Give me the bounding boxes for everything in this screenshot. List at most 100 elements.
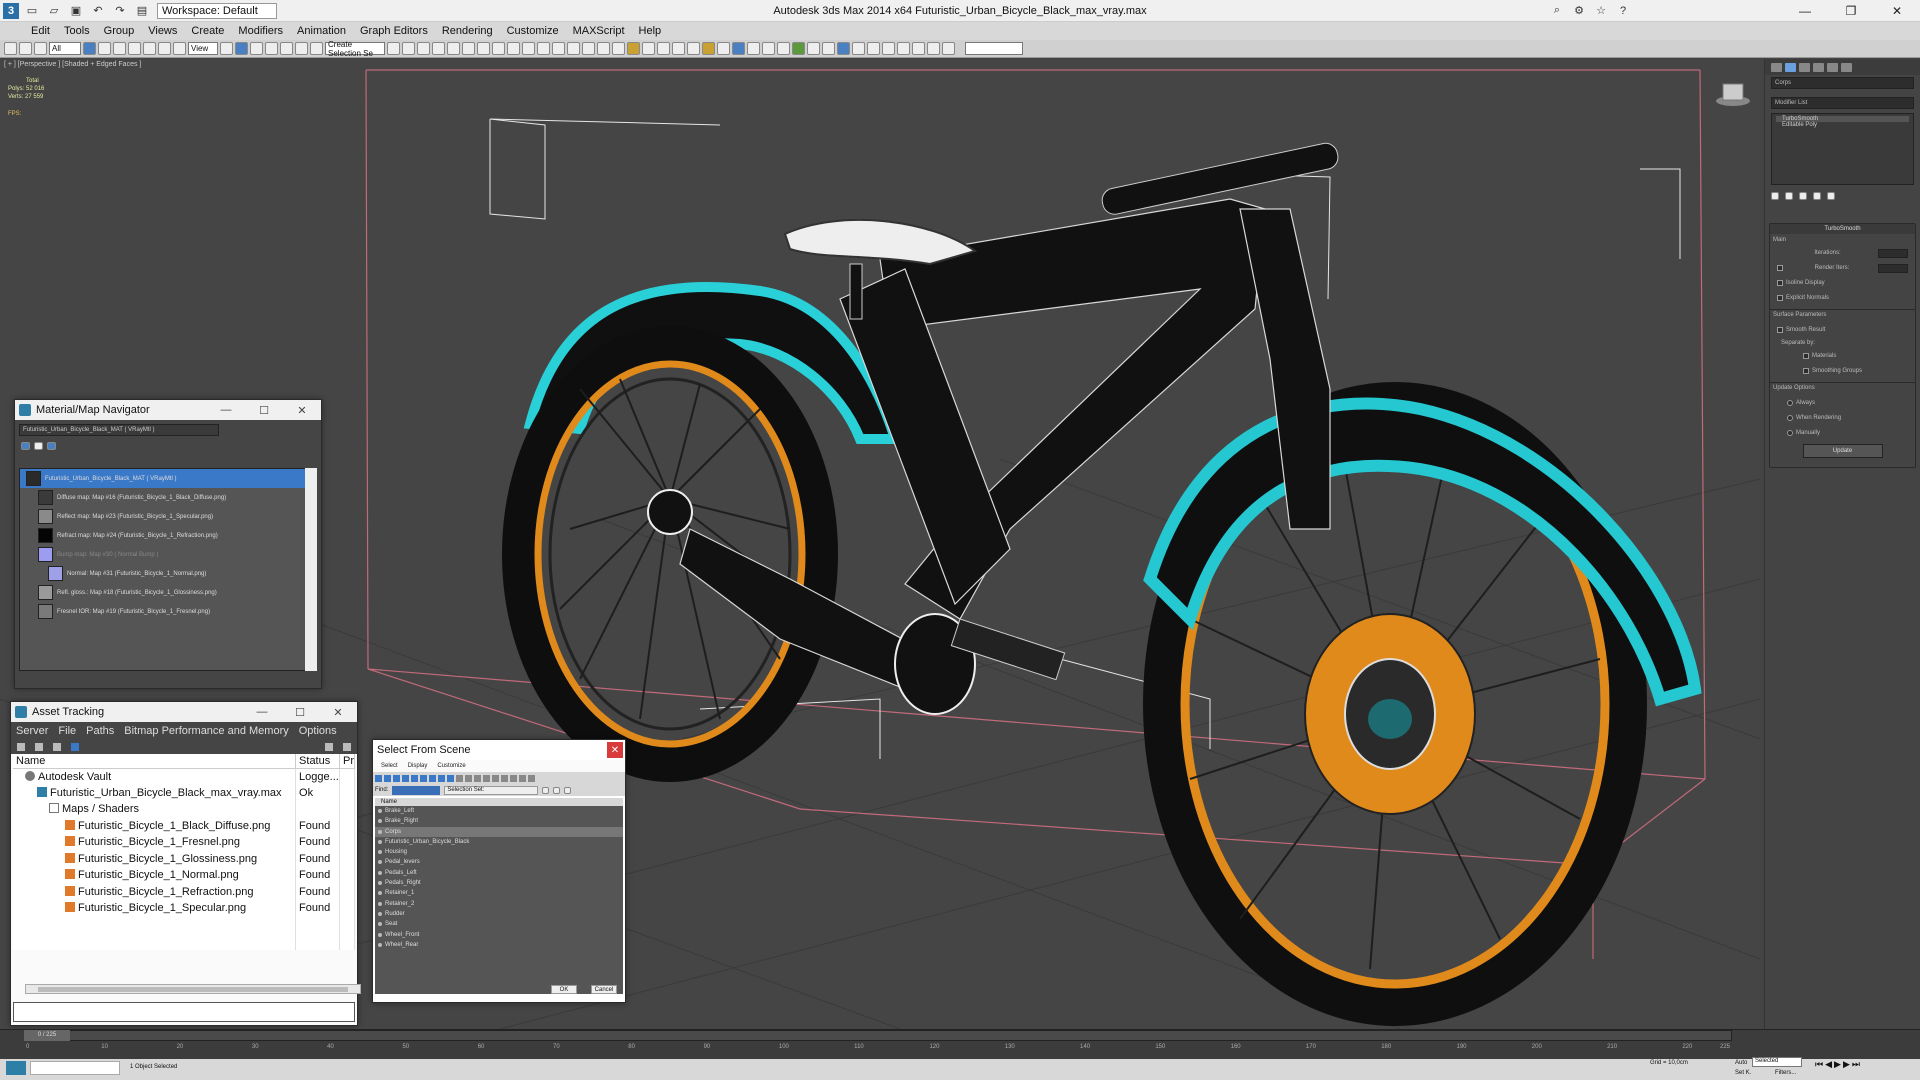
- scene-menu-select[interactable]: Select: [381, 763, 398, 769]
- material-name-field[interactable]: Futuristic_Urban_Bicycle_Black_MAT ( VRa…: [19, 424, 219, 436]
- vray-ies-icon[interactable]: [702, 42, 715, 55]
- render-setup-icon[interactable]: [492, 42, 505, 55]
- key-filter-dropdown[interactable]: Selected: [1752, 1057, 1802, 1067]
- make-unique-icon[interactable]: [1799, 192, 1807, 200]
- graphite-tools-icon[interactable]: [792, 42, 805, 55]
- material-tree-scrollbar[interactable]: [305, 468, 317, 671]
- app-logo-icon[interactable]: 3: [3, 2, 19, 19]
- ribbon-icon[interactable]: [432, 42, 445, 55]
- asset-menu-file[interactable]: File: [53, 725, 81, 737]
- rotate-icon[interactable]: [158, 42, 171, 55]
- vray-tools-icon[interactable]: [537, 42, 550, 55]
- material-navigator-titlebar[interactable]: Material/Map Navigator — ☐ ✕: [15, 400, 321, 420]
- ref-coord-dropdown[interactable]: View: [188, 42, 218, 55]
- communication-center-icon[interactable]: ⚙: [1570, 3, 1588, 19]
- render-iters-spinner[interactable]: [1878, 263, 1908, 273]
- modify-tab-icon[interactable]: [1785, 63, 1796, 72]
- refresh-icon[interactable]: [17, 743, 25, 751]
- window-crossing-icon[interactable]: [128, 42, 141, 55]
- menu-customize[interactable]: Customize: [500, 25, 566, 37]
- select-by-name-icon[interactable]: [98, 42, 111, 55]
- vray-light-icon[interactable]: [567, 42, 580, 55]
- menu-help[interactable]: Help: [632, 25, 669, 37]
- cancel-button[interactable]: Cancel: [591, 985, 617, 994]
- vray-dome-icon[interactable]: [687, 42, 700, 55]
- smoothing-groups-checkbox[interactable]: [1803, 368, 1809, 374]
- dope-sheet-icon[interactable]: [882, 42, 895, 55]
- selection-set-dropdown[interactable]: Selection Set:: [444, 785, 539, 795]
- material-navigator-maximize-button[interactable]: ☐: [245, 404, 283, 417]
- list-item[interactable]: Rudder: [375, 909, 623, 919]
- project-folder-icon[interactable]: ▤: [133, 3, 151, 19]
- asset-table-hscrollbar[interactable]: [25, 984, 361, 994]
- vray-frame-buffer-icon[interactable]: [552, 42, 565, 55]
- extra-dropdown[interactable]: [965, 42, 1023, 55]
- material-tree-item[interactable]: Bump map: Map #30 ( Normal Bump ): [20, 545, 308, 564]
- modifier-list-dropdown[interactable]: Modifier List: [1771, 97, 1914, 109]
- link-icon[interactable]: [4, 42, 17, 55]
- percent-snap-icon[interactable]: [280, 42, 293, 55]
- display-space-warps-icon[interactable]: [420, 774, 427, 782]
- light-lister-icon[interactable]: [777, 42, 790, 55]
- table-row[interactable]: Futuristic_Bicycle_1_Refraction.png Foun…: [13, 883, 355, 900]
- list-item[interactable]: Seat: [375, 919, 623, 929]
- schematic-view-icon[interactable]: [462, 42, 475, 55]
- asset-tracking-maximize-button[interactable]: ☐: [281, 706, 319, 719]
- edit-named-sets-icon[interactable]: [310, 42, 323, 55]
- new-file-icon[interactable]: ▭: [23, 3, 41, 19]
- list-item[interactable]: Corps: [375, 826, 623, 837]
- iterations-spinner[interactable]: [1877, 248, 1908, 258]
- render-iters-checkbox[interactable]: [1777, 265, 1783, 271]
- display-groups-icon[interactable]: [429, 774, 436, 782]
- unlink-icon[interactable]: [19, 42, 32, 55]
- column-header-status[interactable]: Status: [295, 754, 340, 769]
- list-view-icon[interactable]: [528, 774, 535, 782]
- stack-item-editable-poly[interactable]: Editable Poly: [1776, 122, 1909, 128]
- table-row[interactable]: Autodesk Vault Logge...: [13, 768, 355, 785]
- create-tab-icon[interactable]: [1771, 63, 1782, 72]
- statistics-icon[interactable]: [852, 42, 865, 55]
- utilities-tab-icon[interactable]: [1841, 63, 1852, 72]
- favorites-icon[interactable]: ☆: [1592, 3, 1610, 19]
- redo-icon[interactable]: ↷: [111, 3, 129, 19]
- sync-selection-icon[interactable]: [510, 774, 517, 782]
- close-button[interactable]: ✕: [1874, 0, 1920, 22]
- hierarchy-tab-icon[interactable]: [1799, 63, 1810, 72]
- display-dependents-icon[interactable]: [501, 774, 508, 782]
- update-button[interactable]: Update: [1802, 444, 1883, 458]
- view-small-icons-icon[interactable]: [34, 442, 43, 450]
- menu-edit[interactable]: Edit: [24, 25, 57, 37]
- asset-menu-paths[interactable]: Paths: [81, 725, 119, 737]
- material-tree-item[interactable]: Normal: Map #31 (Futuristic_Bicycle_1_No…: [20, 564, 308, 583]
- motion-mixer-icon[interactable]: [897, 42, 910, 55]
- motion-tab-icon[interactable]: [1813, 63, 1824, 72]
- help-icon[interactable]: [325, 743, 333, 751]
- table-row[interactable]: Futuristic_Urban_Bicycle_Black_max_vray.…: [13, 784, 355, 801]
- asset-menu-bitmap-performance[interactable]: Bitmap Performance and Memory: [119, 725, 293, 737]
- table-row[interactable]: Futuristic_Bicycle_1_Normal.png Found: [13, 867, 355, 884]
- undo-icon[interactable]: ↶: [89, 3, 107, 19]
- column-header-name[interactable]: Name: [13, 754, 297, 769]
- menu-graph-editors[interactable]: Graph Editors: [353, 25, 435, 37]
- menu-modifiers[interactable]: Modifiers: [231, 25, 290, 37]
- list-item[interactable]: Pedal_levers: [375, 857, 623, 867]
- find-options-icon[interactable]: [542, 786, 550, 794]
- maximize-button[interactable]: ❐: [1828, 0, 1874, 22]
- workspace-dropdown[interactable]: Workspace: Default: [157, 2, 277, 19]
- column-header-pr[interactable]: Pr: [339, 754, 355, 769]
- cloth-icon[interactable]: [927, 42, 940, 55]
- manually-radio[interactable]: [1787, 430, 1793, 436]
- settings-icon[interactable]: [343, 743, 351, 751]
- named-selection-dropdown[interactable]: Create Selection Se: [325, 40, 385, 58]
- table-row[interactable]: Futuristic_Bicycle_1_Glossiness.png Foun…: [13, 850, 355, 867]
- menu-rendering[interactable]: Rendering: [435, 25, 500, 37]
- pin-stack-icon[interactable]: [1771, 192, 1779, 200]
- display-shapes-icon[interactable]: [384, 774, 391, 782]
- vray-proxy-icon[interactable]: [597, 42, 610, 55]
- material-tree-item[interactable]: Futuristic_Urban_Bicycle_Black_MAT ( VRa…: [20, 469, 308, 488]
- object-name-field[interactable]: Corps: [1771, 77, 1914, 89]
- explicit-normals-checkbox[interactable]: [1777, 295, 1783, 301]
- checkin-icon[interactable]: [53, 743, 61, 751]
- asset-tracking-close-button[interactable]: ✕: [319, 706, 357, 719]
- maxscript-listener-icon[interactable]: [6, 1061, 26, 1075]
